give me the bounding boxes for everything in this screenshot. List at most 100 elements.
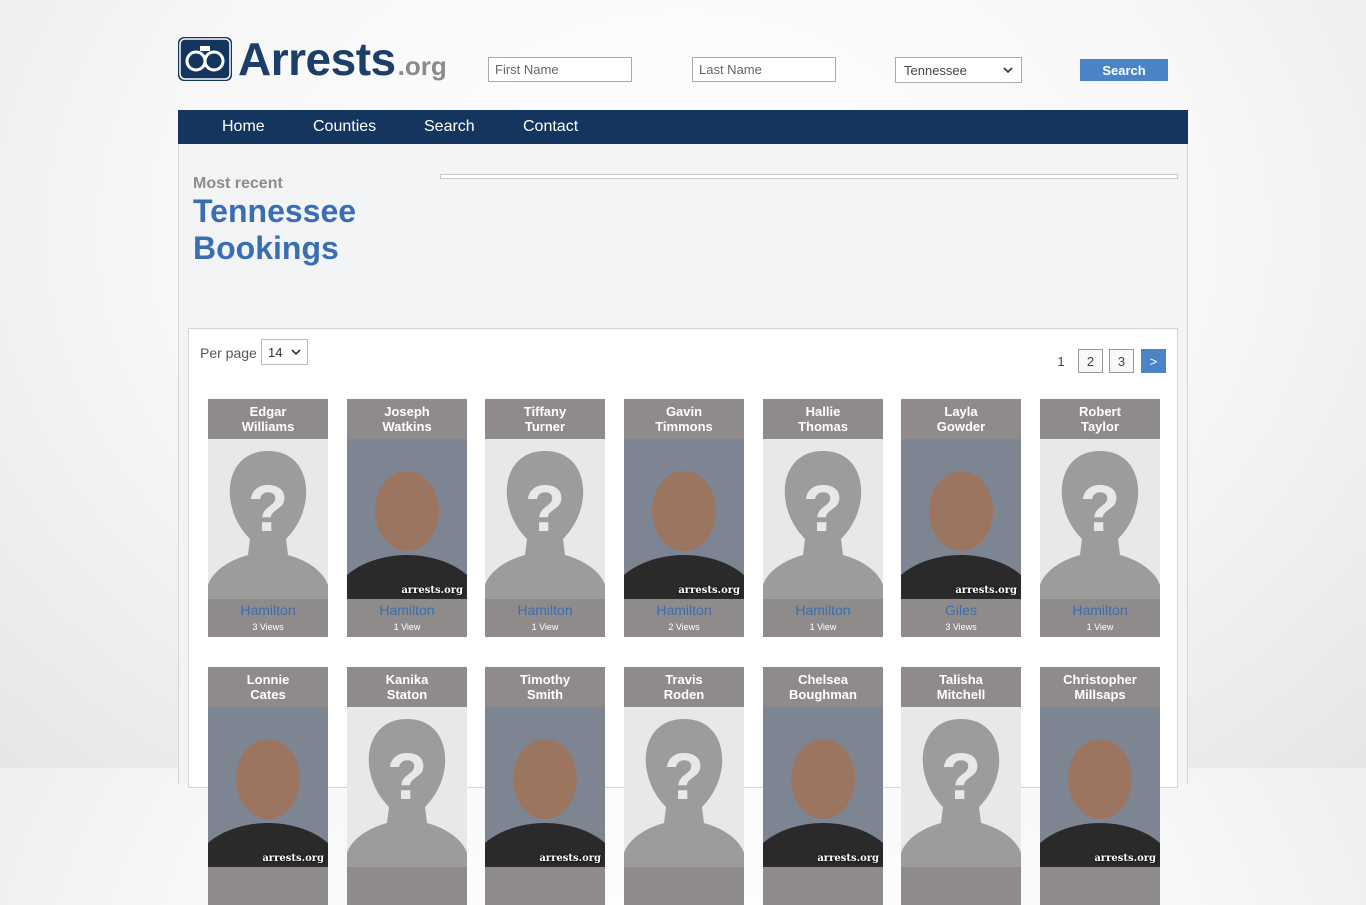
no-photo-silhouette-icon[interactable]: ?: [485, 439, 605, 599]
booking-name[interactable]: Lonnie Cates: [208, 667, 328, 707]
booking-views: 1 View: [1086, 622, 1114, 632]
per-page-label: Per page: [200, 345, 257, 361]
no-photo-silhouette-icon[interactable]: ?: [347, 707, 467, 867]
booking-card[interactable]: Gavin Timmons arrests.org Hamilton 2 Views: [624, 399, 744, 637]
svg-text:?: ?: [248, 471, 288, 545]
first-name-input[interactable]: [488, 57, 632, 82]
mugshot-photo[interactable]: arrests.org: [624, 439, 744, 599]
state-select[interactable]: Tennessee: [895, 57, 1022, 83]
booking-card[interactable]: Lonnie Cates arrests.org: [208, 667, 328, 905]
mugshot-photo[interactable]: arrests.org: [901, 439, 1021, 599]
booking-views: 3 Views: [252, 622, 284, 632]
svg-text:?: ?: [803, 471, 843, 545]
per-page-select[interactable]: 14: [261, 339, 308, 365]
booking-name[interactable]: Travis Roden: [624, 667, 744, 707]
booking-last-name: Boughman: [789, 687, 857, 702]
booking-card[interactable]: Robert Taylor? Hamilton 1 View: [1040, 399, 1160, 637]
booking-name[interactable]: Hallie Thomas: [763, 399, 883, 439]
booking-county-link[interactable]: Hamilton: [763, 603, 883, 617]
booking-name[interactable]: Tiffany Turner: [485, 399, 605, 439]
booking-name[interactable]: Gavin Timmons: [624, 399, 744, 439]
booking-name[interactable]: Talisha Mitchell: [901, 667, 1021, 707]
booking-last-name: Smith: [526, 687, 564, 702]
svg-text:?: ?: [1080, 471, 1120, 545]
booking-county-link[interactable]: Hamilton: [624, 603, 744, 617]
booking-card[interactable]: Christopher Millsaps arrests.org: [1040, 667, 1160, 905]
booking-card[interactable]: Chelsea Boughman arrests.org: [763, 667, 883, 905]
booking-county-link[interactable]: Hamilton: [1040, 603, 1160, 617]
next-page-button[interactable]: >: [1141, 349, 1166, 373]
no-photo-silhouette-icon[interactable]: ?: [763, 439, 883, 599]
svg-text:?: ?: [525, 471, 565, 545]
no-photo-silhouette-icon[interactable]: ?: [901, 707, 1021, 867]
booking-card[interactable]: Joseph Watkins arrests.org Hamilton 1 View: [347, 399, 467, 637]
page: Arrests .org Tennessee Search Home Count…: [178, 0, 1188, 905]
booking-county-link[interactable]: Hamilton: [485, 603, 605, 617]
site-logo[interactable]: Arrests .org: [178, 33, 447, 85]
booking-last-name: Watkins: [382, 419, 432, 434]
page-2-button[interactable]: 2: [1078, 349, 1103, 373]
booking-name[interactable]: Christopher Millsaps: [1040, 667, 1160, 707]
logo-text: Arrests: [238, 33, 396, 85]
booking-name[interactable]: Joseph Watkins: [347, 399, 467, 439]
booking-card[interactable]: Kanika Staton?: [347, 667, 467, 905]
booking-card[interactable]: Travis Roden?: [624, 667, 744, 905]
mugshot-photo[interactable]: arrests.org: [208, 707, 328, 867]
booking-card[interactable]: Hallie Thomas? Hamilton 1 View: [763, 399, 883, 637]
logo-suffix: .org: [397, 51, 447, 81]
chevron-down-icon: [291, 349, 301, 356]
booking-first-name: Tiffany: [523, 404, 567, 419]
booking-card[interactable]: Timothy Smith arrests.org: [485, 667, 605, 905]
search-button[interactable]: Search: [1080, 59, 1168, 81]
page-current: 1: [1057, 353, 1065, 369]
no-photo-silhouette-icon[interactable]: ?: [624, 707, 744, 867]
booking-card[interactable]: Layla Gowder arrests.org Giles 3 Views: [901, 399, 1021, 637]
watermark: arrests.org: [678, 585, 740, 596]
booking-card[interactable]: Talisha Mitchell?: [901, 667, 1021, 905]
no-photo-silhouette-icon[interactable]: ?: [208, 439, 328, 599]
no-photo-silhouette-icon[interactable]: ?: [1040, 439, 1160, 599]
svg-text:?: ?: [387, 739, 427, 813]
booking-name[interactable]: Timothy Smith: [485, 667, 605, 707]
nav-contact[interactable]: Contact: [523, 110, 578, 143]
svg-text:?: ?: [941, 739, 981, 813]
mugshot-photo[interactable]: arrests.org: [1040, 707, 1160, 867]
mugshot-photo[interactable]: arrests.org: [347, 439, 467, 599]
booking-first-name: Hallie: [805, 404, 841, 419]
chevron-down-icon: [1003, 67, 1013, 74]
booking-name[interactable]: Chelsea Boughman: [763, 667, 883, 707]
nav-search[interactable]: Search: [424, 110, 475, 143]
booking-card[interactable]: Tiffany Turner? Hamilton 1 View: [485, 399, 605, 637]
booking-name[interactable]: Edgar Williams: [208, 399, 328, 439]
watermark: arrests.org: [539, 853, 601, 864]
booking-county-link[interactable]: Hamilton: [208, 603, 328, 617]
booking-views: 1 View: [393, 622, 421, 632]
booking-card[interactable]: Edgar Williams? Hamilton 3 Views: [208, 399, 328, 637]
booking-first-name: Chelsea: [798, 672, 848, 687]
booking-last-name: Staton: [386, 687, 428, 702]
booking-first-name: Timothy: [519, 672, 571, 687]
booking-name[interactable]: Layla Gowder: [901, 399, 1021, 439]
booking-name[interactable]: Robert Taylor: [1040, 399, 1160, 439]
booking-views: 3 Views: [945, 622, 977, 632]
booking-last-name: Millsaps: [1074, 687, 1126, 702]
mugshot-photo[interactable]: arrests.org: [763, 707, 883, 867]
booking-county-link[interactable]: Hamilton: [347, 603, 467, 617]
watermark: arrests.org: [817, 853, 879, 864]
booking-name[interactable]: Kanika Staton: [347, 667, 467, 707]
section-kicker: Most recent: [193, 175, 283, 192]
page-3-button[interactable]: 3: [1109, 349, 1134, 373]
mugshot-photo[interactable]: arrests.org: [485, 707, 605, 867]
page-title-line1: Tennessee: [193, 193, 357, 229]
booking-first-name: Christopher: [1063, 672, 1137, 687]
nav-home[interactable]: Home: [222, 110, 265, 143]
watermark: arrests.org: [955, 585, 1017, 596]
last-name-input[interactable]: [692, 57, 836, 82]
booking-first-name: Edgar: [249, 404, 287, 419]
watermark: arrests.org: [1094, 853, 1156, 864]
booking-last-name: Taylor: [1080, 419, 1120, 434]
nav-counties[interactable]: Counties: [313, 110, 376, 143]
booking-county-link[interactable]: Giles: [901, 603, 1021, 617]
main-nav: Home Counties Search Contact: [178, 110, 1188, 144]
booking-last-name: Thomas: [798, 419, 848, 434]
